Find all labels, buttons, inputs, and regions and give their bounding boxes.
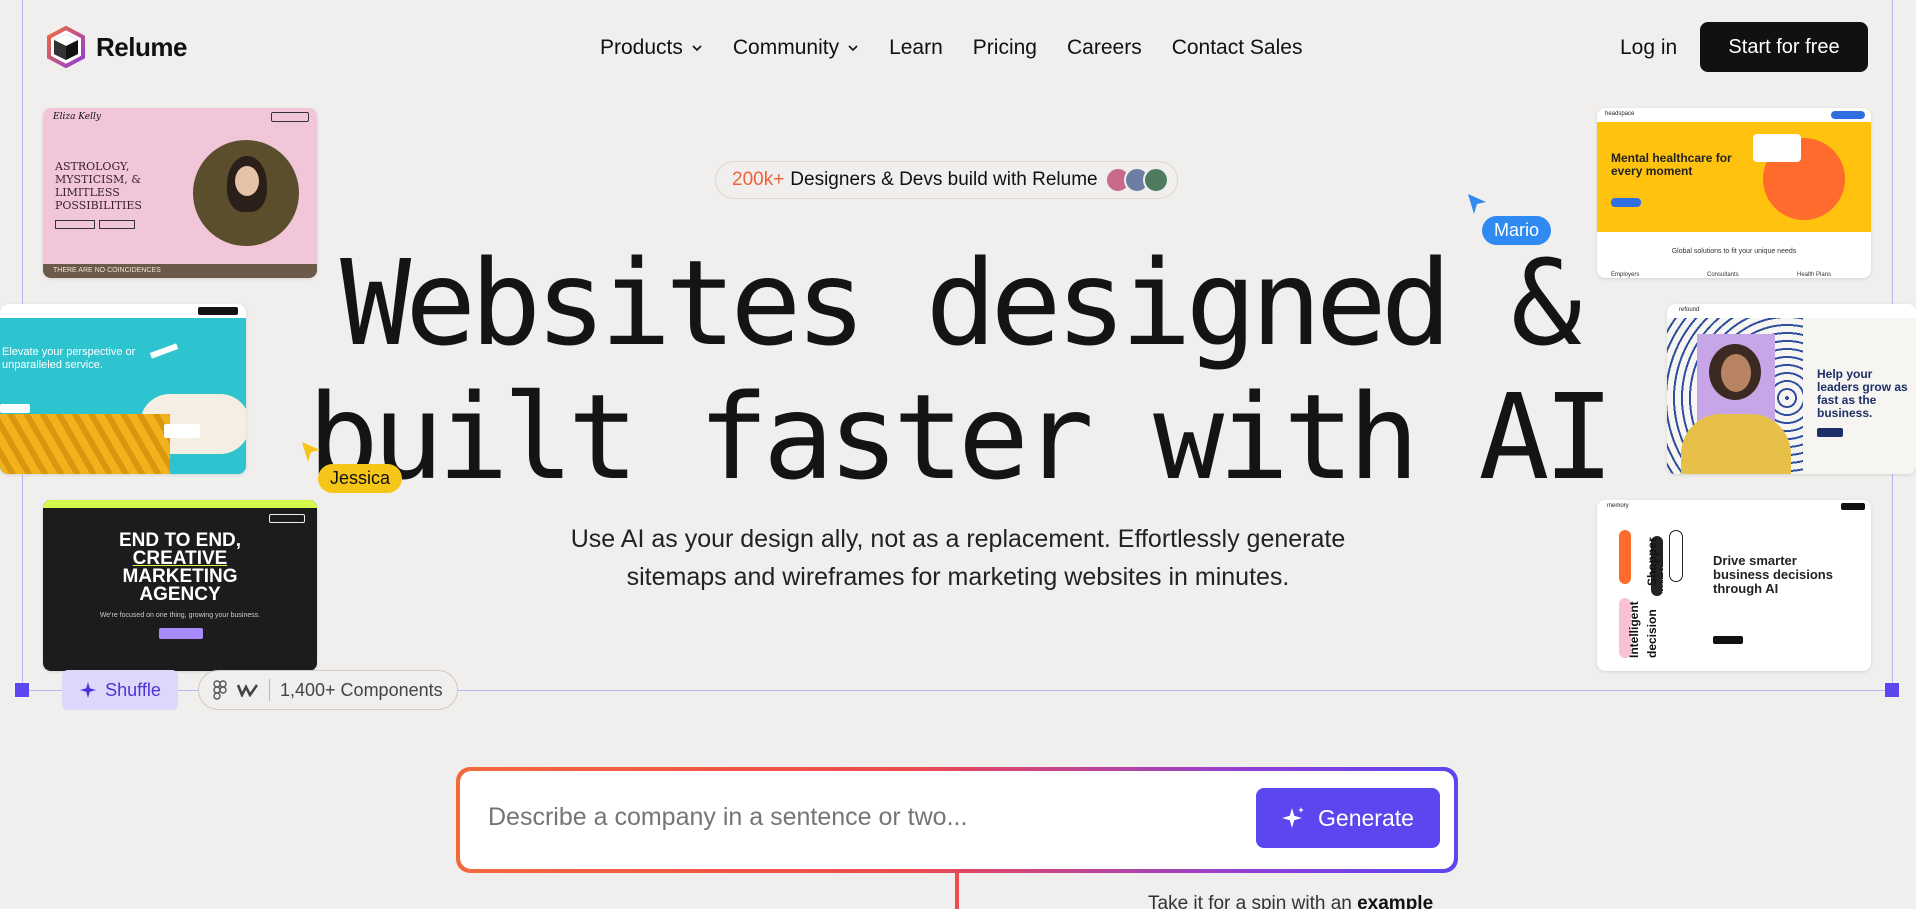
nav-community[interactable]: Community — [733, 36, 859, 60]
thumb-nav-button — [198, 307, 238, 315]
nav-learn[interactable]: Learn — [889, 36, 943, 60]
example-prefix: Take it for a spin with an — [1148, 893, 1352, 909]
thumb-vertical-text: Shopper — [1645, 537, 1659, 586]
headline-line-2: built faster with AI — [307, 368, 1615, 506]
thumb-vertical-text: With AI — [1661, 566, 1670, 592]
template-thumbnail-travel[interactable]: Elevate your perspective or unparalleled… — [0, 304, 246, 474]
thumb-button — [1611, 198, 1641, 207]
thumb-title: Mental healthcare for every moment — [1611, 151, 1732, 178]
shuffle-button[interactable]: Shuffle — [62, 670, 178, 710]
sparkle-icon — [80, 682, 97, 698]
login-link[interactable]: Log in — [1620, 36, 1677, 60]
thumb-portrait-face — [1721, 354, 1751, 392]
thumb-title: Elevate your perspective or unparalleled… — [2, 346, 136, 371]
thumb-title-line: AGENCY — [139, 584, 221, 605]
nav-products-label: Products — [600, 36, 683, 59]
thumb-subtitle: Global solutions to fit your unique need… — [1671, 248, 1797, 255]
generate-label: Generate — [1318, 804, 1414, 831]
avatar — [1142, 167, 1169, 193]
top-nav: Relume Products Community Learn Pricing … — [0, 0, 1916, 96]
thumb-button — [55, 220, 95, 229]
thumb-title: Drive smarter business decisions through… — [1713, 553, 1833, 596]
thumb-tab: Health Plans — [1797, 272, 1832, 278]
prompt-box: Generate — [456, 767, 1458, 873]
thumb-crane-structure — [0, 414, 170, 474]
thumb-nav-button — [271, 112, 309, 122]
cursor-arrow-icon — [302, 442, 320, 462]
thumb-button — [159, 628, 203, 639]
brand-name: Relume — [96, 31, 187, 62]
chevron-down-icon — [692, 45, 702, 52]
thumb-brand: memory — [1607, 503, 1629, 509]
hero-subtitle: Use AI as your design ally, not as a rep… — [570, 525, 1346, 591]
thumb-button — [99, 220, 135, 229]
thumb-nav-button — [1841, 503, 1865, 510]
nav-pricing[interactable]: Pricing — [973, 36, 1037, 60]
template-thumbnail-astrology[interactable]: Eliza Kelly ASTROLOGY, MYSTICISM, & LIMI… — [43, 108, 317, 278]
generate-button[interactable]: Generate — [1256, 788, 1440, 848]
thumb-banner — [43, 500, 317, 508]
resize-handle-left[interactable] — [15, 683, 29, 697]
resize-handle-right[interactable] — [1885, 683, 1899, 697]
thumb-ticker: THERE ARE NO COINCIDENCES — [43, 264, 317, 278]
example-link[interactable]: example — [1357, 893, 1433, 909]
thumb-brand: Eliza Kelly — [53, 112, 101, 122]
badge-count: 200k+ — [732, 169, 785, 190]
connector-line — [955, 873, 959, 909]
thumb-portrait-face — [235, 166, 259, 196]
thumb-pill — [1619, 530, 1631, 584]
thumb-pill — [1669, 530, 1683, 582]
airplane-icon — [149, 343, 179, 359]
thumb-button — [1713, 636, 1743, 644]
cursor-arrow-icon — [1468, 194, 1486, 214]
components-pill[interactable]: 1,400+ Components — [198, 670, 458, 710]
nav-careers[interactable]: Careers — [1067, 36, 1142, 60]
sparkle-icon — [1282, 807, 1305, 828]
thumb-button — [0, 404, 30, 413]
shuffle-label: Shuffle — [105, 679, 161, 700]
relume-logo-icon — [47, 26, 85, 68]
start-for-free-button[interactable]: Start for free — [1700, 22, 1868, 72]
thumb-tagline: We're focused on one thing, growing your… — [99, 612, 261, 619]
chevron-down-icon — [848, 45, 858, 52]
nav-community-label: Community — [732, 36, 840, 59]
template-thumbnail-agency[interactable]: END TO END, CREATIVE MARKETING AGENCY We… — [43, 500, 317, 671]
thumb-nav-button — [1831, 111, 1865, 119]
thumb-nav-button — [269, 514, 305, 523]
thumb-navbar — [1597, 108, 1871, 122]
thumb-vertical-text: Intelligent — [1627, 601, 1641, 658]
social-proof-badge: 200k+ Designers & Devs build with Relume — [715, 161, 1178, 199]
thumb-title: ASTROLOGY, MYSTICISM, & LIMITLESS POSSIB… — [55, 160, 142, 212]
thumb-navbar — [1667, 304, 1916, 318]
thumb-title: Help your leaders grow as fast as the bu… — [1817, 367, 1908, 420]
nav-links: Products Community Learn Pricing Careers… — [600, 36, 1332, 60]
nav-contact-sales[interactable]: Contact Sales — [1172, 36, 1303, 60]
thumb-vertical-text: decision — [1645, 609, 1659, 658]
thumb-tab: Consultants — [1707, 272, 1739, 278]
thumb-tab: Employers — [1611, 272, 1640, 278]
prompt-box-inner: Generate — [460, 771, 1454, 869]
components-label: 1,400+ Components — [280, 679, 443, 700]
avatar-stack — [1104, 167, 1169, 193]
logo[interactable]: Relume — [46, 26, 187, 68]
thumb-card — [1753, 134, 1801, 162]
template-thumbnail-leaders[interactable]: refound Help your leaders grow as fast a… — [1667, 304, 1916, 474]
cursor-label-jessica: Jessica — [318, 464, 403, 493]
example-hint: Take it for a spin with an example — [1148, 893, 1433, 909]
thumb-brand: refound — [1679, 307, 1700, 313]
template-thumbnail-health[interactable]: headspace Mental healthcare for every mo… — [1597, 108, 1871, 278]
figma-icon — [213, 680, 227, 700]
webflow-icon — [237, 684, 259, 697]
nav-products[interactable]: Products — [600, 36, 703, 60]
cursor-label-mario: Mario — [1482, 216, 1552, 245]
template-thumbnail-ai[interactable]: memory Intelligent decision Shopper With… — [1597, 500, 1871, 671]
company-description-input[interactable] — [488, 803, 1188, 832]
thumb-portrait-body — [1681, 414, 1791, 474]
badge-text: Designers & Devs build with Relume — [790, 169, 1098, 190]
divider — [269, 679, 270, 701]
thumb-brand: headspace — [1605, 111, 1635, 117]
thumb-title: END TO END, CREATIVE MARKETING AGENCY — [43, 531, 317, 605]
thumb-card — [164, 424, 200, 438]
thumb-button — [1817, 428, 1843, 437]
